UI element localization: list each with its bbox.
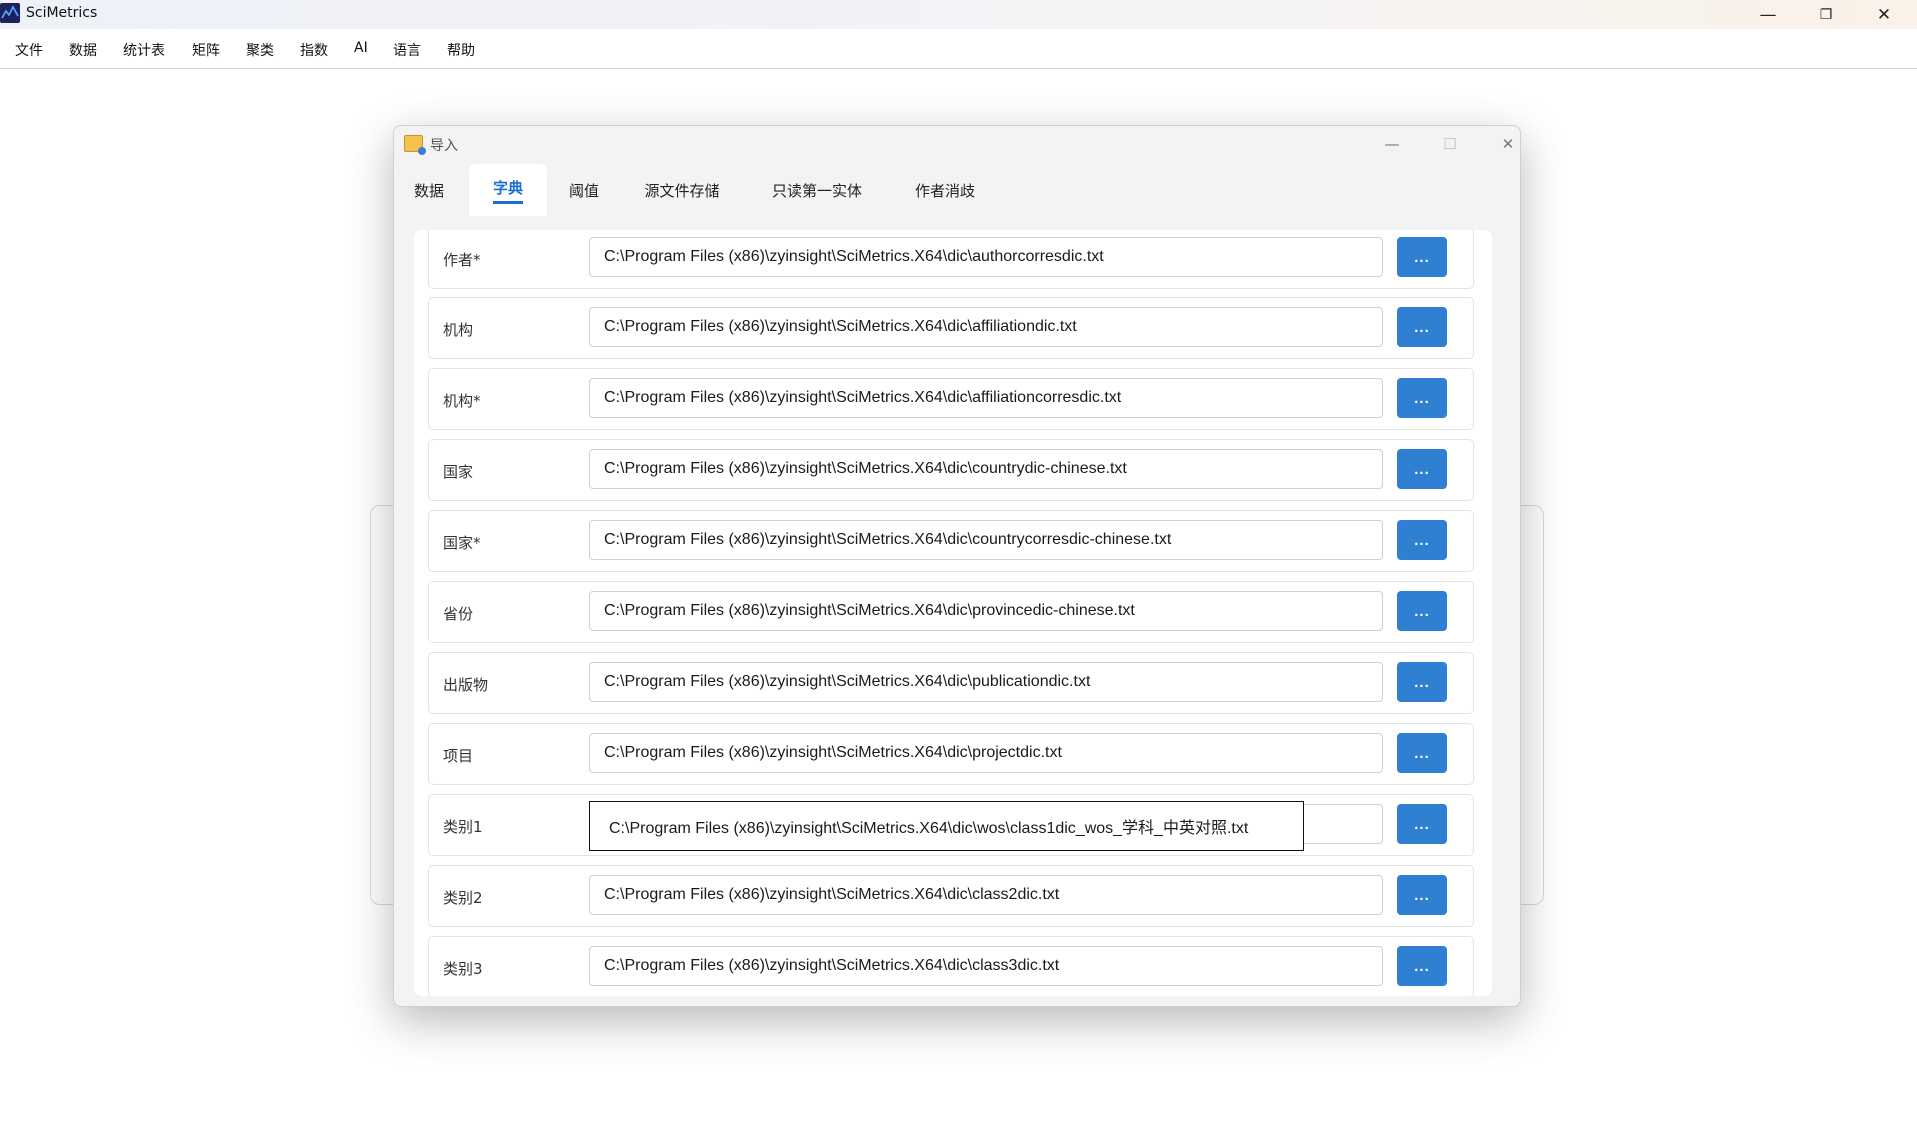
tab-author-disambiguation[interactable]: 作者消歧 <box>890 164 1000 216</box>
dialog-title: 导入 <box>430 138 458 154</box>
row-label: 省份 <box>443 605 474 623</box>
browse-button[interactable]: ... <box>1397 946 1447 986</box>
app-title: SciMetrics <box>26 5 98 21</box>
path-input[interactable] <box>589 733 1383 773</box>
tab-source-storage[interactable]: 源文件存储 <box>627 164 737 216</box>
dict-row-class2: 类别2 ... <box>428 865 1474 927</box>
menu-index[interactable]: 指数 <box>300 40 328 60</box>
browse-button[interactable]: ... <box>1397 662 1447 702</box>
row-label: 国家* <box>443 534 481 552</box>
path-input[interactable] <box>589 662 1383 702</box>
menu-ai[interactable]: AI <box>354 40 368 56</box>
class1-path-expanded[interactable]: C:\Program Files (x86)\zyinsight\SciMetr… <box>589 801 1304 851</box>
menu-file[interactable]: 文件 <box>15 40 43 60</box>
app-titlebar: SciMetrics — ❐ ✕ <box>0 0 1917 29</box>
dictionary-panel: 作者* ... 机构 ... 机构* ... 国家 ... 国家* ... 省份… <box>414 230 1492 996</box>
row-label: 类别2 <box>443 889 483 907</box>
window-restore-button[interactable]: ❐ <box>1797 0 1855 29</box>
browse-button[interactable]: ... <box>1397 733 1447 773</box>
path-input[interactable] <box>589 307 1383 347</box>
window-close-button[interactable]: ✕ <box>1855 0 1913 29</box>
row-label: 作者* <box>443 251 481 269</box>
path-input[interactable] <box>589 520 1383 560</box>
row-label: 类别3 <box>443 960 483 978</box>
tab-dictionary[interactable]: 字典 <box>469 164 547 216</box>
app-logo-icon <box>0 3 20 23</box>
dict-row-project: 项目 ... <box>428 723 1474 785</box>
path-input[interactable] <box>589 591 1383 631</box>
menu-bar: 文件 数据 统计表 矩阵 聚类 指数 AI 语言 帮助 <box>0 29 1917 69</box>
dialog-maximize-button[interactable]: ☐ <box>1430 129 1470 159</box>
browse-button[interactable]: ... <box>1397 804 1447 844</box>
menu-cluster[interactable]: 聚类 <box>246 40 274 60</box>
path-input[interactable] <box>589 237 1383 277</box>
row-label: 出版物 <box>443 676 489 694</box>
dict-row-country-corres: 国家* ... <box>428 510 1474 572</box>
dict-row-author-corres: 作者* ... <box>428 230 1474 289</box>
browse-button[interactable]: ... <box>1397 449 1447 489</box>
tab-threshold[interactable]: 阈值 <box>554 164 614 216</box>
dict-row-affiliation-corres: 机构* ... <box>428 368 1474 430</box>
browse-button[interactable]: ... <box>1397 307 1447 347</box>
browse-button[interactable]: ... <box>1397 378 1447 418</box>
row-label: 机构 <box>443 321 474 339</box>
dialog-minimize-button[interactable]: — <box>1372 129 1412 159</box>
row-label: 项目 <box>443 747 474 765</box>
menu-help[interactable]: 帮助 <box>447 40 475 60</box>
dict-row-province: 省份 ... <box>428 581 1474 643</box>
row-label: 机构* <box>443 392 481 410</box>
import-dialog: 导入 — ☐ ✕ 数据 字典 阈值 源文件存储 只读第一实体 作者消歧 作者* … <box>393 125 1521 1007</box>
path-input[interactable] <box>589 449 1383 489</box>
path-input[interactable] <box>589 946 1383 986</box>
dict-row-publication: 出版物 ... <box>428 652 1474 714</box>
row-label: 国家 <box>443 463 474 481</box>
browse-button[interactable]: ... <box>1397 591 1447 631</box>
dialog-tabs: 数据 字典 阈值 源文件存储 只读第一实体 作者消歧 <box>394 164 1520 216</box>
path-input[interactable] <box>589 875 1383 915</box>
menu-data[interactable]: 数据 <box>69 40 97 60</box>
browse-button[interactable]: ... <box>1397 875 1447 915</box>
window-minimize-button[interactable]: — <box>1739 0 1797 29</box>
dialog-close-button[interactable]: ✕ <box>1488 129 1520 159</box>
import-folder-icon <box>404 135 426 155</box>
browse-button[interactable]: ... <box>1397 237 1447 277</box>
tab-read-first-entity[interactable]: 只读第一实体 <box>757 164 877 216</box>
menu-matrix[interactable]: 矩阵 <box>192 40 220 60</box>
tab-data[interactable]: 数据 <box>399 164 459 216</box>
dict-row-affiliation: 机构 ... <box>428 297 1474 359</box>
dict-row-country: 国家 ... <box>428 439 1474 501</box>
dict-row-class3: 类别3 ... <box>428 936 1474 996</box>
menu-language[interactable]: 语言 <box>393 40 421 60</box>
row-label: 类别1 <box>443 818 483 836</box>
menu-statistics[interactable]: 统计表 <box>123 40 165 60</box>
browse-button[interactable]: ... <box>1397 520 1447 560</box>
path-input[interactable] <box>589 378 1383 418</box>
